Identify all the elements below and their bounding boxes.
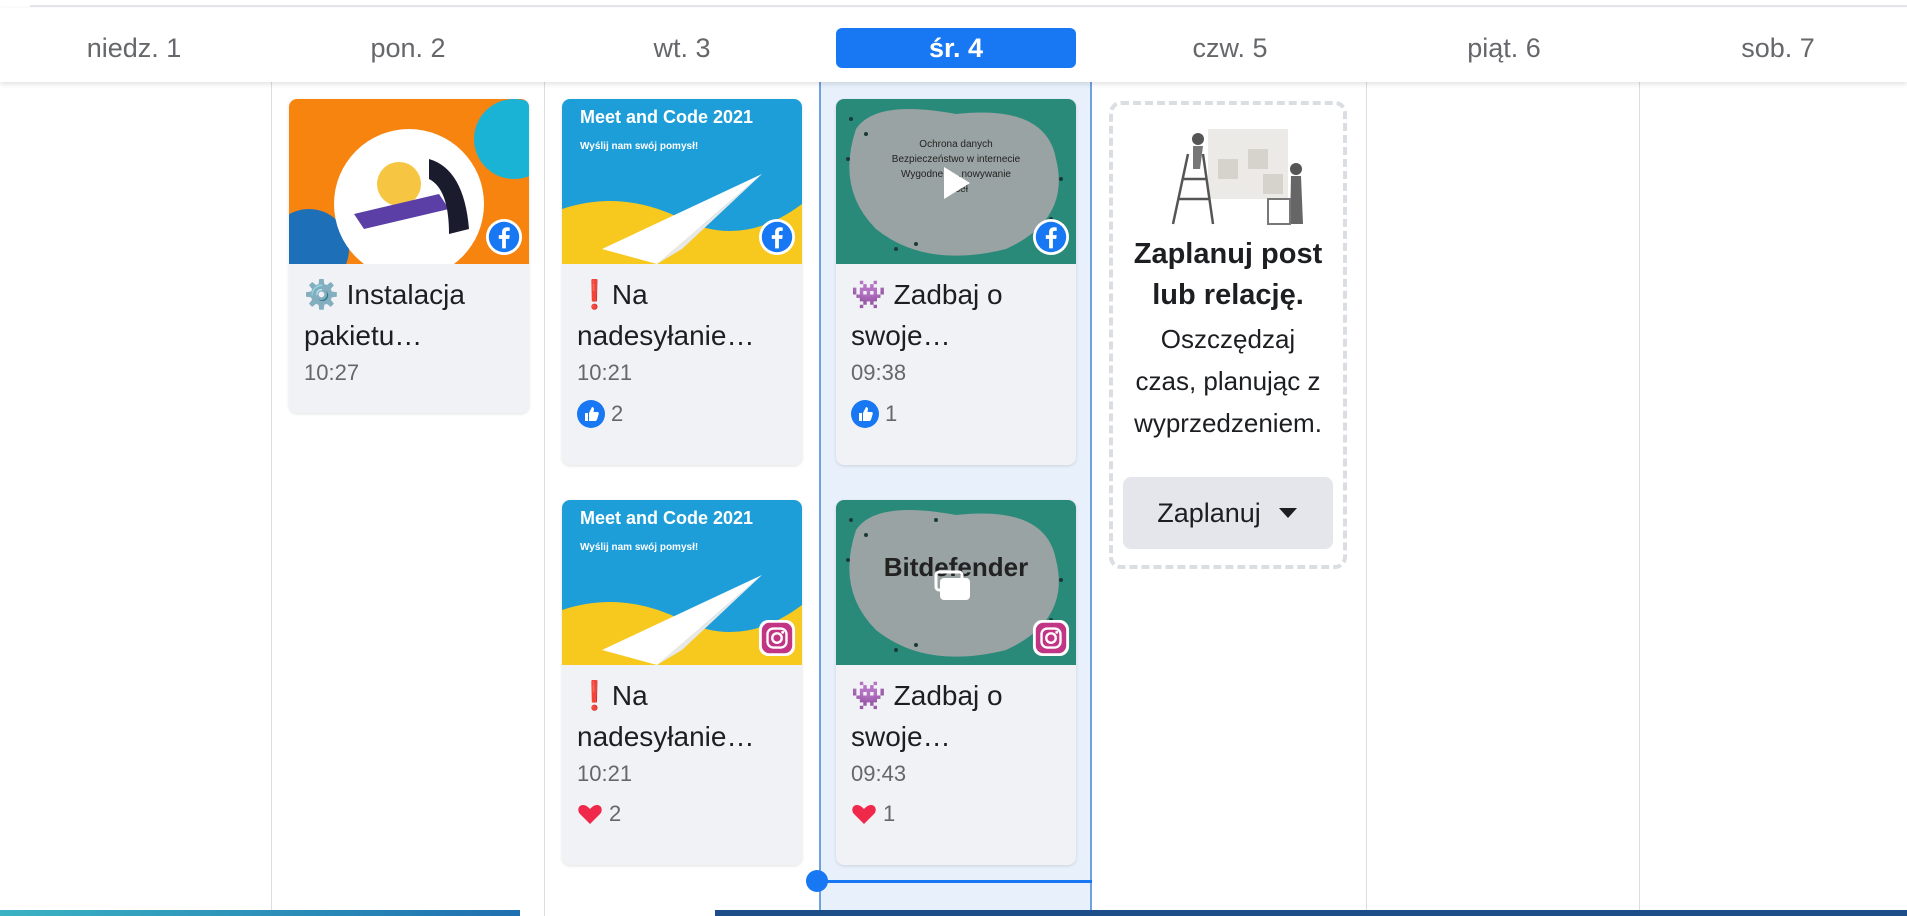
day-mon-2[interactable]: pon. 2 (288, 28, 528, 68)
day-sat-7[interactable]: sob. 7 (1658, 28, 1898, 68)
svg-text:Bezpieczeństwo w internecie: Bezpieczeństwo w internecie (892, 154, 1021, 165)
column-divider (544, 82, 545, 916)
post-card[interactable]: ⚙️ Instalacja pakietu… 10:27 (289, 99, 529, 413)
day-sun-1[interactable]: niedz. 1 (14, 28, 254, 68)
day-wed-4-selected[interactable]: śr. 4 (836, 28, 1076, 68)
like-icon (577, 400, 605, 428)
alien-monster-icon: 👾 (851, 279, 886, 310)
promo-text: Oszczędzaj czas, planując z wyprzedzeniem. (1134, 324, 1322, 438)
like-icon (851, 400, 879, 428)
post-time: 09:43 (851, 761, 907, 786)
post-title: ⚙️ Instalacja pakietu… (304, 279, 465, 351)
post-thumbnail: Bitdefender (836, 500, 1076, 665)
post-card[interactable]: Meet and Code 2021 Wyślij nam swój pomys… (562, 99, 802, 465)
column-divider (1366, 82, 1367, 916)
post-title: 👾 Zadbaj o swoje… (851, 279, 1003, 351)
column-divider (271, 82, 272, 916)
bottom-strip (715, 910, 1907, 916)
day-fri-6[interactable]: piąt. 6 (1384, 28, 1624, 68)
top-divider (30, 5, 1907, 7)
facebook-icon (1032, 218, 1070, 256)
day-tue-3[interactable]: wt. 3 (562, 28, 802, 68)
post-thumbnail (289, 99, 529, 264)
schedule-promo: Zaplanuj post lub relację. Oszczędzaj czas… (1109, 101, 1347, 569)
caret-down-icon (1278, 508, 1297, 518)
reactions: 1 (851, 400, 1061, 428)
exclamation-icon: ❗ (577, 680, 612, 711)
current-time-dot (806, 870, 828, 892)
bottom-strip (0, 910, 520, 916)
post-time: 10:27 (304, 360, 360, 385)
reactions: 2 (577, 801, 787, 827)
post-card[interactable]: Ochrona danych Bezpieczeństwo w internec… (836, 99, 1076, 465)
post-thumbnail: Meet and Code 2021 Wyślij nam swój pomys… (562, 500, 802, 665)
exclamation-icon: ❗ (577, 279, 612, 310)
svg-text:Bitdefender: Bitdefender (884, 552, 1028, 582)
facebook-icon (485, 218, 523, 256)
post-time: 10:21 (577, 761, 633, 786)
column-divider (1639, 82, 1640, 916)
post-time: 10:21 (577, 360, 633, 385)
post-thumbnail: Ochrona danych Bezpieczeństwo w internec… (836, 99, 1076, 264)
svg-text:Ochrona danych: Ochrona danych (919, 139, 992, 150)
post-title: ❗Na nadesyłanie… (577, 680, 755, 752)
reactions: 2 (577, 400, 787, 428)
schedule-button-label: Zaplanuj (1157, 497, 1261, 528)
svg-text:Wyślij nam swój pomysł!: Wyślij nam swój pomysł! (580, 542, 698, 553)
gear-icon: ⚙️ (304, 279, 339, 310)
post-title: ❗Na nadesyłanie… (577, 279, 755, 351)
day-thu-5[interactable]: czw. 5 (1110, 28, 1350, 68)
week-header: niedz. 1 pon. 2 wt. 3 śr. 4 czw. 5 piąt.… (0, 8, 1907, 82)
promo-title: Zaplanuj post lub relację. (1133, 238, 1323, 311)
svg-text:Meet and Code 2021: Meet and Code 2021 (580, 107, 753, 127)
facebook-icon (758, 218, 796, 256)
heart-icon (852, 805, 876, 824)
heart-icon (578, 805, 602, 824)
post-card[interactable]: Meet and Code 2021 Wyślij nam swój pomys… (562, 500, 802, 865)
schedule-button[interactable]: Zaplanuj (1123, 477, 1333, 549)
instagram-icon (758, 619, 796, 657)
post-thumbnail: Meet and Code 2021 Wyślij nam swój pomys… (562, 99, 802, 264)
post-time: 09:38 (851, 360, 907, 385)
alien-monster-icon: 👾 (851, 680, 886, 711)
planning-illustration (1171, 129, 1303, 225)
instagram-icon (1032, 619, 1070, 657)
post-title: 👾 Zadbaj o swoje… (851, 680, 1003, 752)
reactions: 1 (851, 801, 1061, 827)
svg-text:Meet and Code 2021: Meet and Code 2021 (580, 508, 753, 528)
post-card[interactable]: Bitdefender 👾 Zadbaj o swoje… 09:43 1 (836, 500, 1076, 865)
current-time-line (818, 880, 1092, 883)
svg-text:Wyślij nam swój pomysł!: Wyślij nam swój pomysł! (580, 141, 698, 152)
